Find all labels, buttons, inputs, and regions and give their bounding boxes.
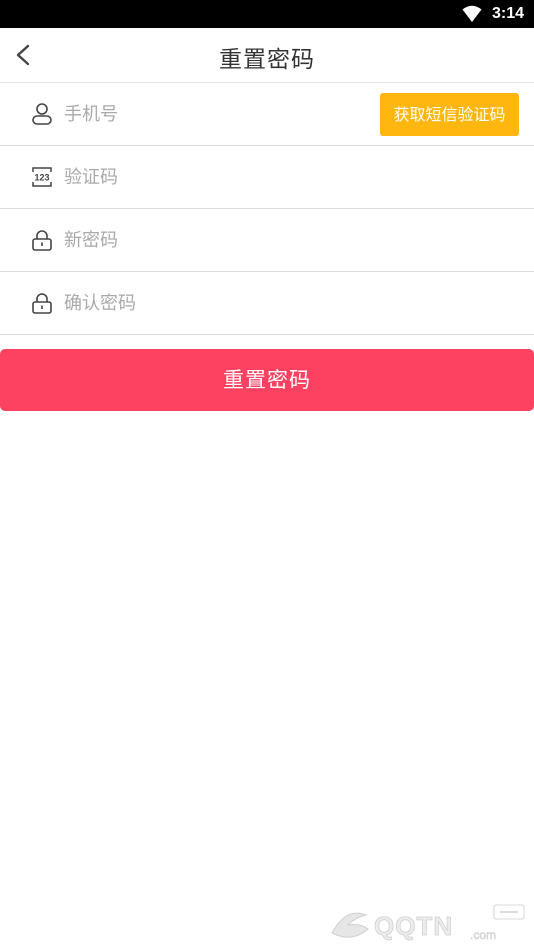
confirm-password-row: [0, 272, 534, 335]
phone-row: 获取短信验证码: [0, 83, 534, 146]
svg-text:.com: .com: [470, 928, 496, 942]
new-password-input[interactable]: [64, 222, 364, 258]
page-title: 重置密码: [219, 47, 315, 73]
confirm-password-input[interactable]: [64, 285, 364, 321]
reset-password-button[interactable]: 重置密码: [0, 349, 534, 411]
watermark-logo: QQTN .com: [331, 904, 525, 942]
status-bar: 3:14: [0, 0, 534, 28]
code-row: 123: [0, 146, 534, 209]
get-sms-code-button[interactable]: 获取短信验证码: [380, 93, 519, 136]
status-time: 3:14: [491, 5, 524, 22]
user-icon: [32, 103, 52, 125]
verification-code-input[interactable]: [64, 159, 364, 195]
svg-text:QQTN: QQTN: [374, 911, 453, 941]
lock-icon: [32, 230, 52, 251]
phone-input[interactable]: [64, 96, 364, 132]
app-bar: 重置密码: [0, 28, 534, 83]
new-password-row: [0, 209, 534, 272]
wifi-icon: [462, 5, 482, 22]
svg-text:123: 123: [34, 173, 49, 183]
numeric-123-icon: 123: [32, 167, 52, 187]
lock-icon: [32, 293, 52, 314]
